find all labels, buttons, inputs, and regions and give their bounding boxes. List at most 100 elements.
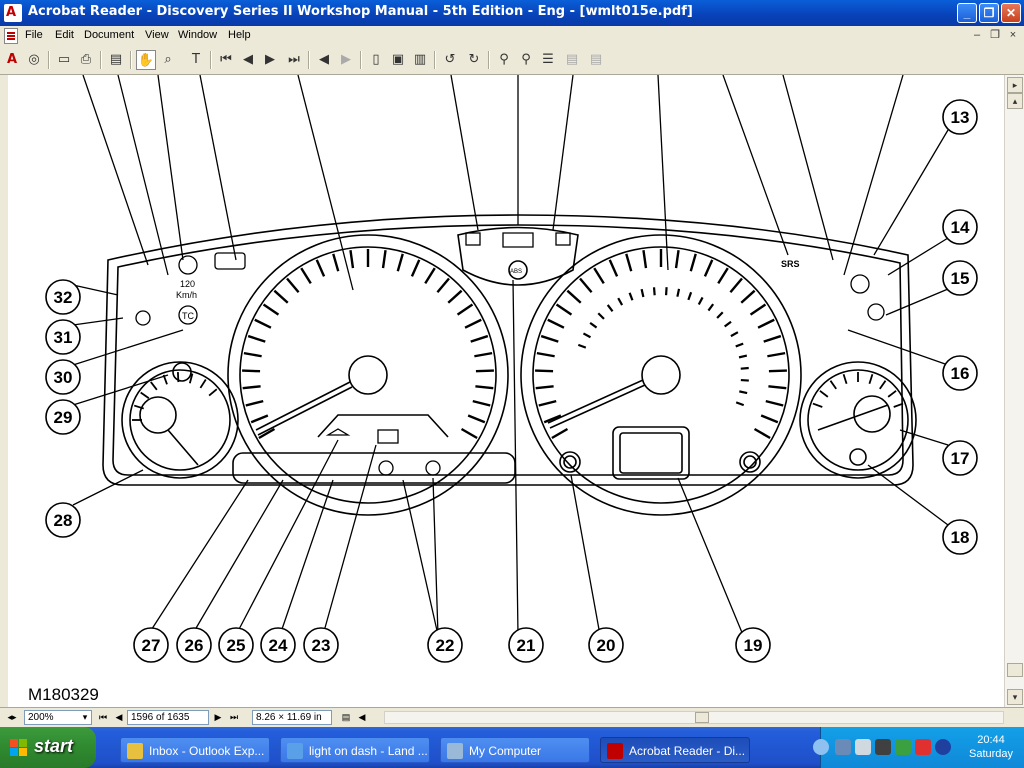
go-forward-icon[interactable]: ▶ — [336, 50, 356, 70]
menu-help[interactable]: Help — [228, 29, 251, 41]
tray-app-icon[interactable] — [875, 739, 891, 755]
text-select-icon[interactable]: T — [186, 50, 206, 70]
menu-document[interactable]: Document — [84, 29, 134, 41]
task-browser[interactable]: light on dash - Land ... — [280, 737, 430, 763]
title-bar: A Acrobat Reader - Discovery Series II W… — [0, 0, 1024, 26]
volume-icon[interactable] — [855, 739, 871, 755]
acrobat-task-icon — [607, 743, 623, 759]
vertical-scrollbar[interactable]: ▸ ▴ ▾ — [1004, 75, 1024, 707]
minimize-button[interactable]: _ — [957, 3, 977, 23]
actual-size-icon[interactable]: ▯ — [366, 50, 386, 70]
callout-29: 29 — [45, 399, 81, 435]
svg-text:17: 17 — [951, 449, 970, 468]
tray-app3-icon[interactable] — [915, 739, 931, 755]
acrobat-app-icon[interactable]: A — [4, 4, 22, 22]
fit-page-icon[interactable]: ▣ — [388, 50, 408, 70]
prev-highlight-icon[interactable]: ▤ — [562, 50, 582, 70]
document-icon[interactable] — [4, 28, 18, 44]
svg-text:21: 21 — [517, 636, 536, 655]
acrobat-icon[interactable]: A — [2, 50, 22, 70]
go-back-icon[interactable]: ◀ — [314, 50, 334, 70]
callout-28: 28 — [45, 502, 81, 538]
callout-23: 23 — [303, 627, 339, 663]
task-label: Acrobat Reader - Di... — [629, 744, 746, 758]
next-highlight-icon[interactable]: ▤ — [586, 50, 606, 70]
doc-close-button[interactable]: × — [1006, 28, 1020, 42]
close-button[interactable]: ✕ — [1001, 3, 1021, 23]
network-icon[interactable] — [835, 739, 851, 755]
svg-text:20: 20 — [597, 636, 616, 655]
speed-unit-text: Km/h — [176, 290, 197, 300]
callout-27: 27 — [133, 627, 169, 663]
split-icon[interactable]: ◂▸ — [6, 711, 18, 724]
tray-app4-icon[interactable] — [935, 739, 951, 755]
start-label: start — [34, 736, 74, 756]
page-number-field[interactable]: 1596 of 1635 — [127, 710, 209, 725]
zoom-tool-icon[interactable]: ⌕ — [158, 50, 178, 70]
clock[interactable]: 20:44 Saturday — [961, 733, 1021, 761]
last-page-icon[interactable]: ⏭ — [284, 50, 304, 70]
hand-tool-icon[interactable]: ✋ — [136, 50, 156, 70]
srs-text: SRS — [781, 259, 800, 269]
zoom-dropdown-icon[interactable]: ▾ — [79, 711, 91, 724]
update-icon[interactable]: ◎ — [24, 50, 44, 70]
callout-32: 32 — [45, 279, 81, 315]
fit-width-icon[interactable]: ▥ — [410, 50, 430, 70]
horizontal-scrollbar[interactable] — [384, 711, 1004, 724]
svg-text:14: 14 — [951, 218, 970, 237]
callout-26: 26 — [176, 627, 212, 663]
svg-text:23: 23 — [312, 636, 331, 655]
svg-text:22: 22 — [436, 636, 455, 655]
previous-page-icon[interactable]: ◀ — [238, 50, 258, 70]
tray-expand-icon[interactable] — [813, 739, 829, 755]
first-page-icon[interactable]: ⏮ — [216, 50, 236, 70]
callout-22: 22 — [427, 627, 463, 663]
search-icon[interactable]: ⚲ — [516, 50, 536, 70]
horizontal-scroll-thumb[interactable] — [695, 712, 709, 723]
menu-edit[interactable]: Edit — [55, 29, 74, 41]
taskbar: start Inbox - Outlook Exp... light on da… — [0, 727, 1024, 768]
task-outlook[interactable]: Inbox - Outlook Exp... — [120, 737, 270, 763]
task-label: light on dash - Land ... — [309, 744, 428, 758]
start-button[interactable]: start — [0, 727, 96, 768]
menu-view[interactable]: View — [145, 29, 169, 41]
doc-restore-button[interactable]: ❐ — [988, 28, 1002, 42]
rotate-left-icon[interactable]: ↺ — [440, 50, 460, 70]
document-page[interactable]: 120 Km/h SRS TC ABS 13 14 15 16 17 18 19 20 21 22… — [8, 75, 1004, 707]
menu-window[interactable]: Window — [178, 29, 217, 41]
last-page-nav-icon[interactable]: ⏭ — [228, 711, 240, 724]
task-acrobat[interactable]: Acrobat Reader - Di... — [600, 737, 750, 763]
callout-14: 14 — [942, 209, 978, 245]
window-title: Acrobat Reader - Discovery Series II Wor… — [28, 4, 693, 19]
callout-17: 17 — [942, 440, 978, 476]
scroll-left-icon[interactable]: ◀ — [356, 711, 368, 724]
scroll-right-small-icon[interactable]: ▸ — [1007, 77, 1023, 93]
open-icon[interactable]: ▭ — [54, 50, 74, 70]
svg-text:30: 30 — [54, 368, 73, 387]
task-my-computer[interactable]: My Computer — [440, 737, 590, 763]
tray-app2-icon[interactable] — [895, 739, 911, 755]
scroll-up-button[interactable]: ▴ — [1007, 93, 1023, 109]
menu-file[interactable]: File — [25, 29, 43, 41]
svg-text:15: 15 — [951, 269, 970, 288]
scroll-down-button[interactable]: ▾ — [1007, 689, 1023, 705]
print-icon[interactable]: ⎙ — [76, 50, 96, 70]
callout-16: 16 — [942, 355, 978, 391]
svg-text:24: 24 — [269, 636, 288, 655]
first-page-nav-icon[interactable]: ⏮ — [97, 711, 109, 724]
doc-minimize-button[interactable]: – — [970, 28, 984, 42]
next-page-nav-icon[interactable]: ▶ — [212, 711, 224, 724]
page-layout-icon[interactable]: ▤ — [340, 711, 352, 724]
bookmarks-toggle-icon[interactable]: ▤ — [106, 50, 126, 70]
find-icon[interactable]: ⚲ — [494, 50, 514, 70]
scroll-thumb[interactable] — [1007, 663, 1023, 677]
clock-time: 20:44 — [977, 734, 1005, 746]
task-label: Inbox - Outlook Exp... — [149, 744, 265, 758]
callout-19: 19 — [735, 627, 771, 663]
clock-day: Saturday — [968, 748, 1014, 760]
rotate-right-icon[interactable]: ↻ — [464, 50, 484, 70]
prev-page-nav-icon[interactable]: ◀ — [113, 711, 125, 724]
search-results-icon[interactable]: ☰ — [538, 50, 558, 70]
next-page-icon[interactable]: ▶ — [260, 50, 280, 70]
maximize-button[interactable]: ❐ — [979, 3, 999, 23]
